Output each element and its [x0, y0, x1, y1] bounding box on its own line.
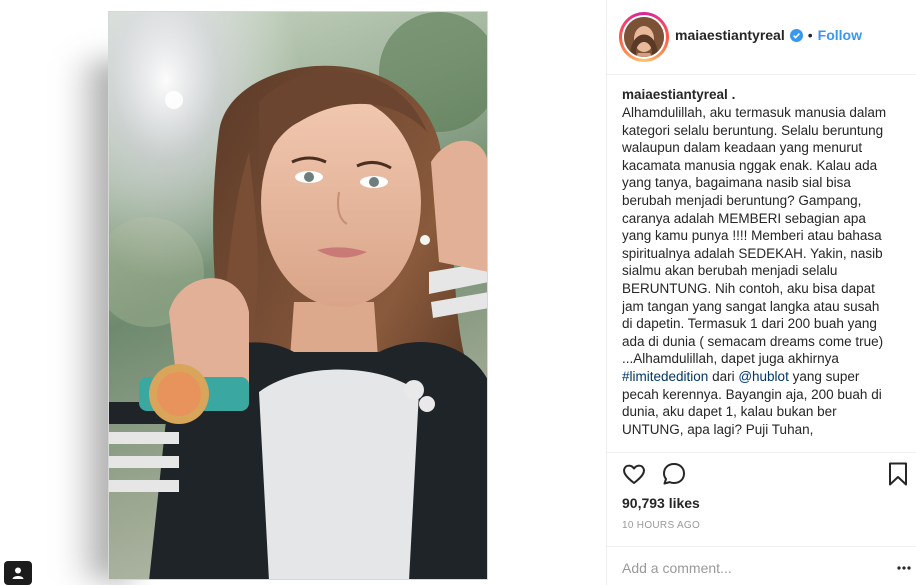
- post-sidebar: maiaestiantyreal • Follow maiaestiantyre…: [606, 0, 916, 585]
- caption-line: Alhamdulillah, aku termasuk manusia dala…: [622, 105, 887, 120]
- hashtag-link[interactable]: #limitededition: [622, 369, 708, 384]
- comment-input[interactable]: [622, 560, 892, 576]
- caption-line: kacamata manusia nggak enak. Kalau ada: [622, 157, 878, 173]
- follow-button[interactable]: Follow: [818, 27, 862, 43]
- caption-line: yang tanya, bagaimana nasib sial bisa: [622, 175, 851, 191]
- caption-line: ...Alhamdulillah, dapet juga akhirnya: [622, 351, 839, 367]
- bookmark-icon[interactable]: [885, 461, 911, 487]
- caption-line: spiritualnya adalah SEDEKAH. Yakin, nasi…: [622, 245, 883, 261]
- caption-line: caranya adalah MEMBERI sebagian apa: [622, 210, 866, 226]
- caption-line-links: #limitededition dari @hublot yang super: [622, 368, 907, 386]
- post-timestamp[interactable]: 10 HOURS AGO: [622, 520, 700, 531]
- likes-count[interactable]: 90,793 likes: [622, 495, 700, 511]
- ellipsis-icon[interactable]: [897, 561, 911, 575]
- caption-user-suffix: .: [727, 87, 736, 102]
- action-bar: [607, 452, 916, 492]
- post-header: maiaestiantyreal • Follow: [607, 0, 916, 75]
- caption-line: sialmu akan berubah menjadi selalu: [622, 263, 838, 279]
- caption-line: yang kamu punya !!!! Memberi atau bahasa: [622, 228, 882, 244]
- comment-bubble-icon[interactable]: [661, 461, 687, 487]
- post-photo[interactable]: [108, 11, 488, 580]
- caption-line: walaupun dalam keadaan yang menurut: [622, 140, 863, 156]
- caption-user-line: maiaestiantyreal .: [622, 86, 907, 104]
- caption-line: kategori selalu beruntung. Selalu berunt…: [622, 122, 884, 138]
- caption-text: dari: [708, 368, 739, 384]
- caption-text: yang super: [788, 368, 860, 384]
- mention-link[interactable]: @hublot: [738, 369, 789, 384]
- header-user-row: maiaestiantyreal • Follow: [675, 27, 862, 43]
- verified-badge-icon: [789, 28, 803, 42]
- post-image-area: [0, 0, 606, 585]
- caption-line: dunia, aku dapet 1, kalau bukan ber: [622, 404, 837, 420]
- user-profile-icon[interactable]: [4, 561, 32, 585]
- caption-line: berubah menjadi beruntung? Gampang,: [622, 192, 862, 208]
- caption-line: pecah kerennya. Bayangin aja, 200 buah d…: [622, 386, 882, 402]
- username-link[interactable]: maiaestiantyreal: [675, 27, 785, 43]
- portrait-illustration: [109, 12, 487, 579]
- comment-section: [607, 546, 916, 585]
- caption-username[interactable]: maiaestiantyreal: [622, 87, 728, 102]
- heart-icon[interactable]: [621, 461, 647, 487]
- post-caption: maiaestiantyreal . Alhamdulillah, aku te…: [622, 86, 907, 451]
- caption-line: BERUNTUNG. Nih contoh, aku bisa dapat: [622, 280, 875, 296]
- caption-line: ada di dunia ( semacam dreams come true): [622, 333, 884, 349]
- caption-line: UNTUNG, apa lagi? Puji Tuhan,: [622, 421, 814, 437]
- caption-line: di dapetin. Termasuk 1 dari 200 buah yan…: [622, 316, 877, 332]
- caption-line: jam tangan yang sangat langka atau susah: [622, 298, 880, 314]
- avatar[interactable]: [619, 12, 669, 62]
- dot-separator: •: [807, 27, 813, 43]
